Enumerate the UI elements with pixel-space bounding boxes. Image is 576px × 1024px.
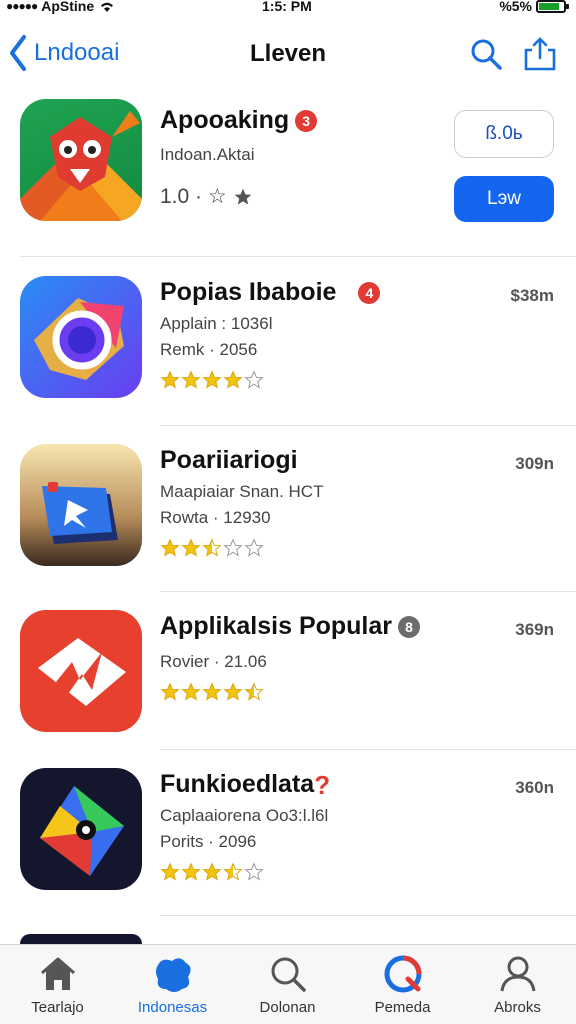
app-size: 309n [515,454,554,473]
star-filled-icon [202,862,222,881]
star-filled-icon [202,370,222,389]
app-icon [20,934,142,944]
divider [20,256,576,257]
app-title: Funkioedlata? [160,770,330,799]
star-empty-icon [244,538,264,557]
app-size: 360n [515,778,554,797]
app-icon [20,768,142,890]
apple-arcade-icon [384,955,421,993]
star-rating [160,370,264,390]
star-empty-icon [244,370,264,389]
rating-summary: 1.0 · ☆ [160,184,253,209]
star-rating [160,862,264,882]
tab-label: Dolonan [259,999,316,1016]
star-half-icon [244,682,264,701]
tab-today[interactable]: Tearlajo [0,953,115,1016]
app-icon [20,444,142,566]
star-filled-icon [160,682,180,701]
app-title: Apooaking 3 [160,106,318,135]
app-icon [20,610,142,732]
star-filled-icon [160,862,180,881]
notification-badge: 3 [295,110,318,133]
star-filled-icon [160,538,180,557]
app-meta: Rowta · 12930 [160,508,271,527]
app-meta: Rovier · 21.06 [160,652,267,671]
app-icon [20,276,142,398]
app-row-partial[interactable] [0,916,576,944]
fox-logo-icon [20,111,142,221]
app-row[interactable]: Applikalsis Popular 8 369n Rovier · 21.06 [0,592,576,750]
apps-icon [155,958,191,992]
home-icon [40,957,75,990]
app-size: 369n [515,620,554,639]
star-filled-icon [181,862,201,881]
app-name-text: Popias Ibaboie [160,278,337,306]
tab-search[interactable]: Dolonan [230,953,345,1016]
notification-badge: ? [314,770,331,801]
star-rating [160,682,264,702]
star-filled-icon [223,370,243,389]
tab-arcade[interactable]: Pemeda [345,953,460,1016]
star-icon [234,188,252,204]
tab-bar: Tearlajo Indonesas Dolonan Pemeda Abroks [0,944,576,1024]
star-filled-icon [181,370,201,389]
star-filled-icon [160,370,180,389]
app-title: Applikalsis Popular 8 [160,612,421,641]
price-button[interactable]: ß.0ь [454,110,554,158]
app-row[interactable]: Poariiariogi 309n Maapiaiar Snan. HCT Rowta… [0,426,576,592]
app-subtitle: Maapiaiar Snan. HCT [160,482,324,501]
star-filled-icon [181,682,201,701]
app-row[interactable]: Funkioedlata? 360n Caplaaiorena Oo3:l.l6l P… [0,750,576,916]
star-rating [160,538,264,558]
get-button[interactable]: Lэw [454,176,554,222]
person-icon [500,956,535,992]
tab-apps[interactable]: Indonesas [115,953,230,1016]
app-name-text: Applikalsis Popular [160,612,393,640]
featured-app-row[interactable]: Apooaking 3 Indoan.Aktai 1.0 · ☆ ß.0ь Lэw [0,0,576,258]
star-empty-icon [244,862,264,881]
app-subtitle: Caplaaiorena Oo3:l.l6l [160,806,329,825]
notification-badge: 4 [358,282,381,305]
tab-label: Pemeda [374,999,431,1016]
app-name-text: Poariiariogi [160,446,298,474]
tab-label: Abroks [494,999,541,1016]
app-title: Popias Ibaboie 4 [160,278,381,307]
notification-badge: 8 [398,616,421,639]
star-half-icon [223,862,243,881]
star-filled-icon [202,682,222,701]
app-icon-featured [20,99,142,221]
app-title: Poariiariogi [160,446,298,475]
star-filled-icon [223,682,243,701]
app-name-text: Funkioedlata [160,770,315,798]
tab-label: Tearlajo [31,999,84,1016]
tab-label: Indonesas [137,999,208,1016]
app-row[interactable]: Popias Ibaboie 4 $38m Applain : 1036l Remk ·… [0,258,576,426]
rating-text: 1.0 · ☆ [160,185,227,208]
star-empty-icon [223,538,243,557]
app-subtitle: Applain : 1036l [160,314,273,333]
app-size: $38m [510,286,554,305]
star-filled-icon [181,538,201,557]
app-name-text: Apooaking [160,106,290,134]
search-icon [271,957,306,992]
app-meta: Porits · 2096 [160,832,257,851]
app-subtitle: Indoan.Aktai [160,145,255,164]
tab-account[interactable]: Abroks [460,953,575,1016]
star-half-icon [202,538,222,557]
app-meta: Remk · 2056 [160,340,258,359]
